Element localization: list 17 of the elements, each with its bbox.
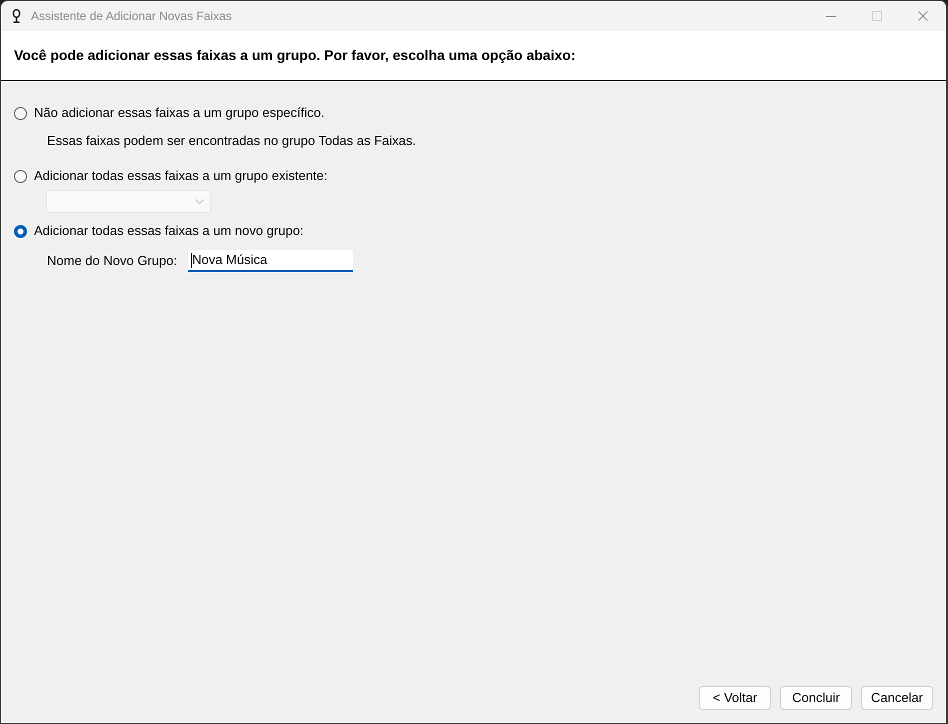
option-label[interactable]: Não adicionar essas faixas a um grupo específico.: [34, 104, 324, 122]
dialog-button[interactable]: Cancelar: [861, 686, 933, 710]
group-name-field[interactable]: Nova Música: [188, 250, 354, 272]
option-label[interactable]: Adicionar todas essas faixas a um novo grupo:: [34, 222, 304, 240]
option-note: Essas faixas podem ser encontradas no grupo Todas as Faixas.: [47, 133, 416, 148]
text-cursor-icon: [191, 252, 192, 268]
radio-button[interactable]: [14, 224, 27, 238]
window-title: Assistente de Adicionar Novas Faixas: [31, 8, 232, 25]
radio-button[interactable]: [14, 106, 27, 120]
radio-button[interactable]: [14, 170, 27, 182]
header-text: Você pode adicionar essas faixas a um grupo. Por favor, escolha uma opção abaixo:: [14, 46, 576, 65]
field-label: Nome do Novo Grupo:: [47, 252, 178, 270]
chevron-down-icon: [195, 199, 204, 204]
dialog-button[interactable]: Concluir: [780, 686, 852, 710]
dialog-button[interactable]: < Voltar: [699, 686, 771, 710]
option-label[interactable]: Adicionar todas essas faixas a um grupo existente:: [34, 167, 328, 185]
microphone-icon: [12, 9, 21, 23]
